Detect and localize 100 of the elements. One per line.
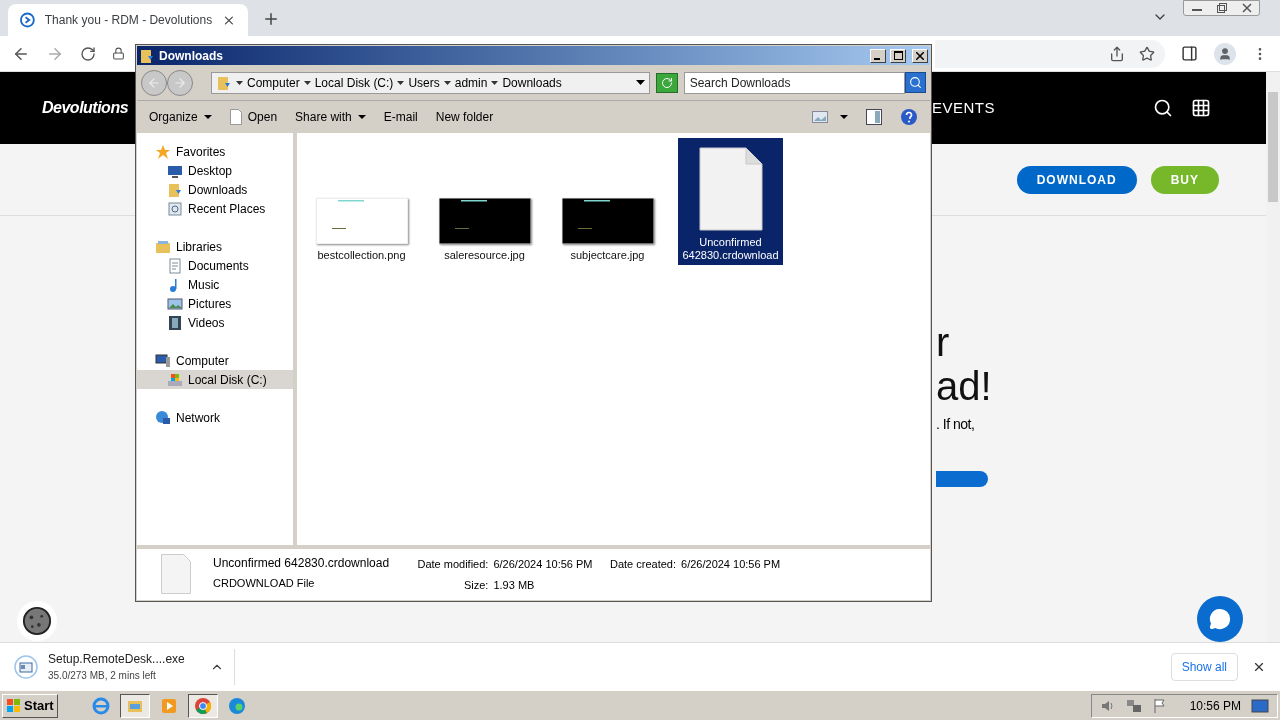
cookie-button[interactable] <box>17 601 57 641</box>
folder-icon <box>139 47 155 64</box>
help-icon[interactable] <box>900 108 918 126</box>
minimize-button[interactable] <box>870 48 886 63</box>
show-desktop-icon[interactable] <box>1251 697 1269 714</box>
file-name: saleresource.jpg <box>443 249 526 262</box>
caret-icon[interactable] <box>840 115 848 119</box>
file-name: Unconfirmed 642830.crdownload <box>681 236 780 262</box>
file-item[interactable]: bestcollection.png <box>309 138 414 265</box>
show-all-button[interactable]: Show all <box>1170 652 1238 681</box>
disk-icon <box>167 371 183 388</box>
caret-icon[interactable] <box>635 80 645 85</box>
download-item[interactable]: Setup.RemoteDesk....exe 35.0/273 MB, 2 mins left <box>14 650 224 683</box>
star-icon <box>155 143 171 160</box>
toolbar-button[interactable]: Organize <box>149 108 212 126</box>
toolbar-button[interactable]: Share with <box>295 108 366 126</box>
refresh-icon <box>660 76 673 89</box>
nav-item[interactable]: Computer <box>137 351 293 370</box>
nav-item[interactable]: Favorites <box>137 142 293 161</box>
bookmark-star-icon[interactable] <box>1139 45 1155 62</box>
search-icon <box>909 76 922 89</box>
nav-item[interactable]: Music <box>137 275 293 294</box>
document-icon <box>229 109 242 125</box>
caret-icon[interactable] <box>443 80 451 85</box>
nav-item[interactable]: Videos <box>137 313 293 332</box>
caret-icon <box>357 115 366 119</box>
ie-icon <box>90 695 111 716</box>
person-icon <box>1218 46 1232 61</box>
nav-item[interactable]: Local Disk (C:) <box>137 370 293 389</box>
library-icon <box>155 238 171 255</box>
search-button[interactable] <box>905 72 926 93</box>
search-field[interactable]: Search Downloads <box>683 71 906 94</box>
details-type: CRDOWNLOAD File <box>213 576 316 591</box>
lock-icon <box>112 47 125 60</box>
caret-icon[interactable] <box>236 80 243 85</box>
breadcrumb-item[interactable]: admin <box>454 73 488 92</box>
close-icon[interactable] <box>1241 3 1252 13</box>
nav-item[interactable]: Pictures <box>137 294 293 313</box>
profile-avatar[interactable] <box>1214 42 1236 65</box>
breadcrumb-item[interactable]: Users <box>408 73 440 92</box>
close-button[interactable] <box>912 48 928 63</box>
caret-icon[interactable] <box>303 80 311 85</box>
breadcrumb-item[interactable]: Downloads <box>502 73 562 92</box>
toolbar-button[interactable]: Open <box>229 108 278 126</box>
browser-tab[interactable]: Thank you - RDM - Devolutions <box>8 4 248 36</box>
preview-pane-icon[interactable] <box>866 109 882 125</box>
start-button[interactable]: Start <box>2 693 58 718</box>
folder-icon <box>216 74 232 91</box>
nav-item[interactable]: Network <box>137 408 293 427</box>
cookie-icon <box>21 606 53 636</box>
nav-item[interactable]: Downloads <box>137 180 293 199</box>
details-value: 6/26/2024 10:56 PM <box>493 557 594 572</box>
download-button[interactable]: DOWNLOAD <box>1016 165 1137 194</box>
details-name: Unconfirmed 642830.crdownload <box>213 555 391 572</box>
toolbar-button[interactable]: E-mail <box>383 108 418 126</box>
file-item[interactable]: saleresource.jpg <box>432 138 537 265</box>
file-name: bestcollection.png <box>316 249 407 262</box>
reload-icon[interactable] <box>80 45 96 62</box>
scrollbar[interactable] <box>1266 72 1280 642</box>
apps-grid-icon[interactable] <box>1191 98 1211 118</box>
file-name: subjectcare.jpg <box>569 249 646 262</box>
side-panel-icon[interactable] <box>1181 45 1198 62</box>
network-icon[interactable] <box>1125 697 1142 714</box>
windows-logo-icon <box>6 697 22 714</box>
nav-item[interactable]: Desktop <box>137 161 293 180</box>
nav-item[interactable]: Documents <box>137 256 293 275</box>
folder-icon <box>167 181 183 198</box>
refresh-button[interactable] <box>655 72 678 93</box>
chat-button[interactable] <box>1197 596 1243 642</box>
view-icon[interactable] <box>812 111 828 123</box>
address-field[interactable]: Computer Local Disk (C:) Users admin Downloads <box>211 71 650 94</box>
computer-icon <box>155 352 171 369</box>
new-tab-icon[interactable] <box>262 10 280 28</box>
file-item[interactable]: subjectcare.jpg <box>555 138 660 265</box>
restore-icon[interactable] <box>1216 3 1227 13</box>
nav-item[interactable]: Recent Places <box>137 199 293 218</box>
caret-icon <box>203 115 212 119</box>
maximize-icon <box>893 51 903 60</box>
toolbar-button[interactable]: New folder <box>435 108 494 126</box>
share-icon[interactable] <box>1109 45 1125 62</box>
flag-icon[interactable] <box>1151 697 1168 714</box>
download-filename: Setup.RemoteDesk....exe <box>48 651 185 668</box>
document-icon <box>167 257 183 274</box>
close-icon <box>916 51 924 60</box>
explorer-taskbar-button[interactable] <box>119 693 150 718</box>
caret-icon[interactable] <box>491 80 499 85</box>
nav-link[interactable]: EVENTS <box>932 96 995 120</box>
nav-item[interactable]: Libraries <box>137 237 293 256</box>
caret-icon[interactable] <box>397 80 405 85</box>
breadcrumb-item[interactable]: Local Disk (C:) <box>314 73 394 92</box>
site-logo[interactable]: Devolutions <box>42 96 129 120</box>
hero-text: . If not, <box>936 415 975 434</box>
minimize-icon <box>874 57 880 60</box>
maximize-button[interactable] <box>890 48 906 63</box>
file-item[interactable]: Unconfirmed 642830.crdownload <box>678 138 783 265</box>
details-label: Date modified: <box>416 557 489 572</box>
breadcrumb-item[interactable]: Computer <box>247 73 300 92</box>
hero-button[interactable] <box>936 471 988 487</box>
chrome-taskbar-button[interactable] <box>187 693 218 718</box>
search-icon[interactable] <box>1153 98 1173 118</box>
